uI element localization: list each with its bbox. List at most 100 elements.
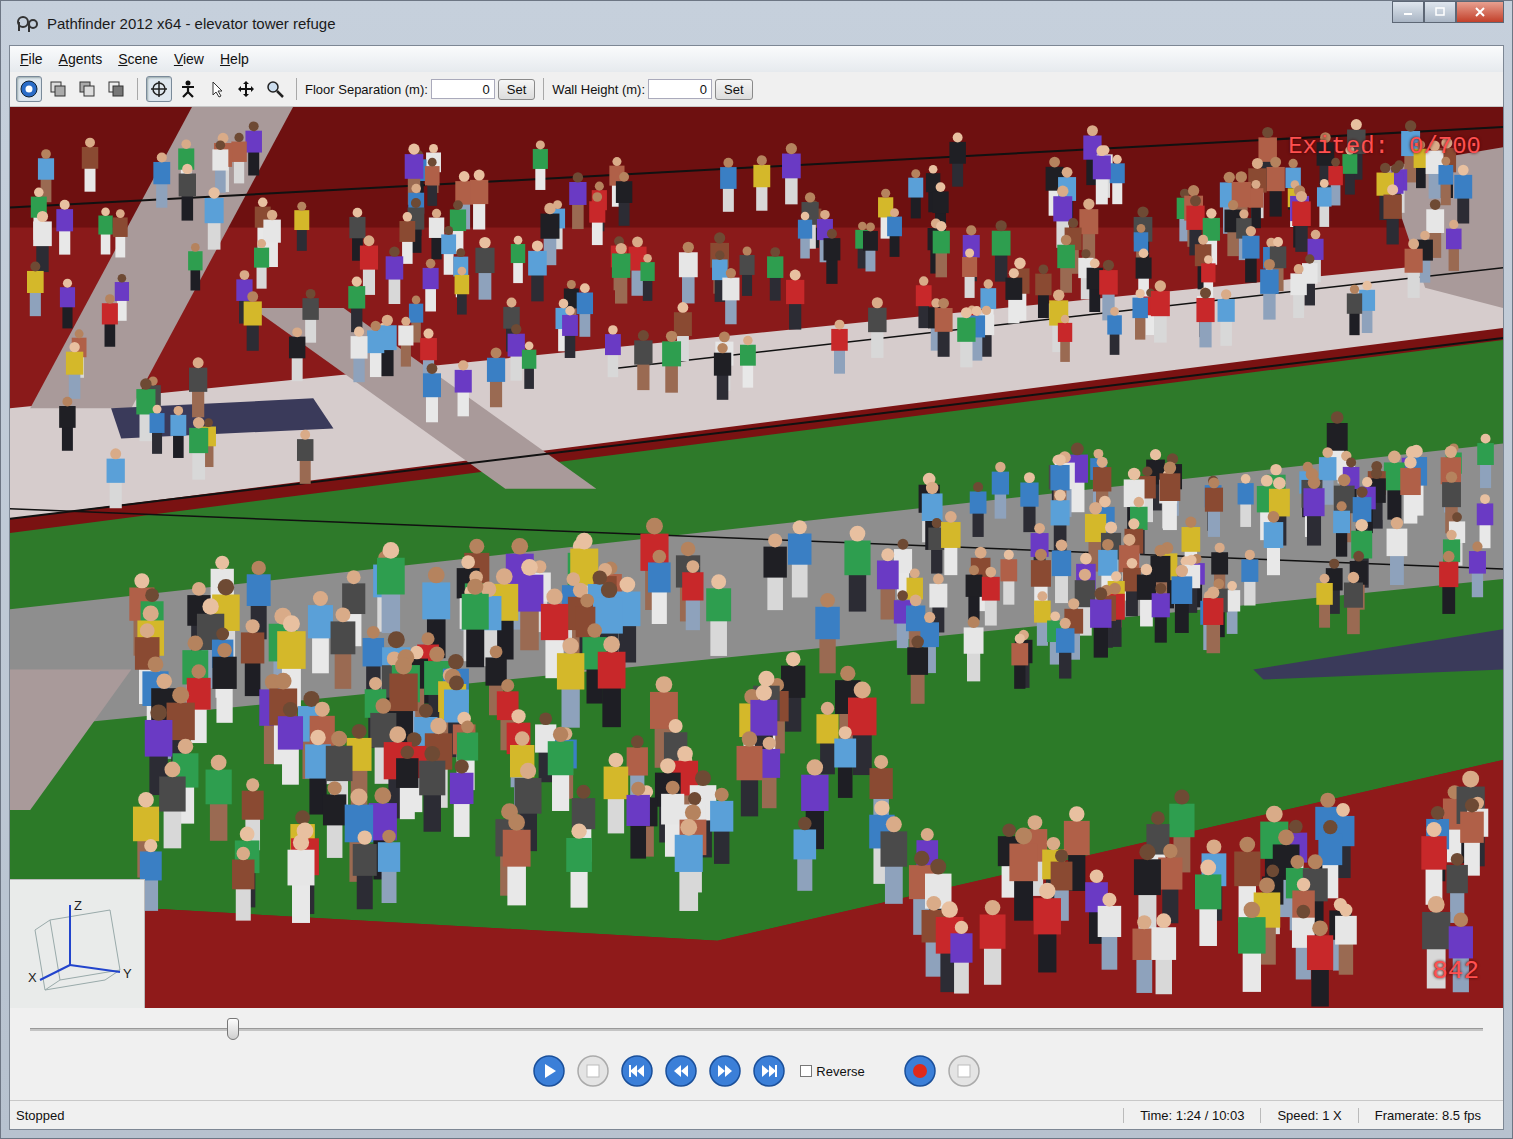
agent[interactable] — [398, 317, 413, 367]
agent[interactable] — [1093, 145, 1111, 204]
toolbar-button[interactable] — [204, 76, 230, 102]
agent[interactable] — [254, 239, 269, 289]
agent[interactable] — [170, 406, 186, 458]
agent[interactable] — [753, 155, 770, 210]
agent[interactable] — [1333, 501, 1350, 557]
agent[interactable] — [1317, 179, 1332, 227]
agent[interactable] — [1171, 565, 1192, 633]
agent[interactable] — [662, 331, 681, 393]
agent[interactable] — [1290, 264, 1306, 318]
agent[interactable] — [863, 223, 878, 272]
agent[interactable] — [212, 140, 228, 192]
agent[interactable] — [1241, 550, 1258, 606]
agent[interactable] — [1052, 539, 1071, 603]
agent[interactable] — [908, 169, 923, 218]
agent[interactable] — [1267, 157, 1285, 217]
agent[interactable] — [212, 643, 236, 723]
agent[interactable] — [1441, 446, 1461, 513]
agent[interactable] — [470, 170, 488, 230]
agent[interactable] — [206, 755, 232, 841]
agent[interactable] — [1132, 289, 1147, 340]
agent[interactable] — [992, 220, 1011, 282]
agent[interactable] — [824, 229, 841, 284]
agent[interactable] — [907, 636, 928, 704]
agent[interactable] — [232, 847, 254, 921]
timeline-slider[interactable] — [30, 1018, 1483, 1040]
agent[interactable] — [941, 511, 961, 575]
agent[interactable] — [1439, 551, 1458, 614]
agent[interactable] — [378, 830, 400, 903]
agent[interactable] — [562, 306, 578, 358]
step-forward-button[interactable] — [708, 1054, 742, 1088]
agent[interactable] — [278, 702, 303, 785]
agent[interactable] — [1421, 822, 1446, 905]
agent[interactable] — [377, 542, 405, 633]
wall-height-set-button[interactable]: Set — [715, 79, 753, 100]
agent[interactable] — [302, 289, 318, 343]
agent[interactable] — [710, 788, 733, 864]
agent[interactable] — [27, 262, 44, 317]
agent[interactable] — [1469, 542, 1486, 598]
agent[interactable] — [1057, 235, 1075, 293]
agent[interactable] — [740, 336, 756, 388]
agent[interactable] — [982, 567, 1000, 626]
agent[interactable] — [1035, 264, 1051, 318]
floor-separation-field[interactable]: 0 — [431, 79, 495, 99]
agent[interactable] — [962, 249, 977, 298]
agent[interactable] — [679, 242, 698, 304]
agent[interactable] — [1107, 307, 1122, 355]
agent[interactable] — [964, 616, 984, 681]
maximize-button[interactable] — [1424, 1, 1456, 23]
agent[interactable] — [1151, 913, 1176, 994]
agent[interactable] — [963, 225, 980, 281]
agent[interactable] — [396, 746, 418, 820]
agent[interactable] — [450, 759, 474, 837]
agent[interactable] — [1159, 462, 1180, 531]
agent[interactable] — [1151, 280, 1170, 342]
agent[interactable] — [288, 835, 315, 923]
agent[interactable] — [289, 327, 305, 381]
agent[interactable] — [794, 817, 817, 891]
agent[interactable] — [1005, 268, 1022, 323]
agent[interactable] — [179, 164, 196, 221]
floor-separation-set-button[interactable]: Set — [498, 79, 536, 100]
agent[interactable] — [970, 482, 987, 537]
agent[interactable] — [648, 550, 671, 624]
agent[interactable] — [626, 782, 649, 859]
agent[interactable] — [1195, 860, 1221, 946]
agent[interactable] — [569, 172, 586, 229]
agent[interactable] — [323, 781, 346, 858]
agent[interactable] — [188, 243, 202, 290]
agent[interactable] — [1387, 517, 1408, 585]
agent[interactable] — [455, 360, 472, 416]
agent[interactable] — [720, 158, 736, 212]
agent[interactable] — [153, 152, 170, 207]
agent[interactable] — [1218, 289, 1235, 345]
agent[interactable] — [706, 574, 731, 656]
agent[interactable] — [150, 405, 165, 454]
agent[interactable] — [1152, 583, 1170, 643]
agent[interactable] — [189, 357, 207, 417]
agent[interactable] — [102, 294, 118, 347]
agent[interactable] — [423, 259, 439, 312]
agent[interactable] — [308, 591, 333, 673]
reverse-checkbox[interactable]: Reverse — [800, 1064, 864, 1079]
agent[interactable] — [533, 140, 548, 190]
to-end-button[interactable] — [752, 1054, 786, 1088]
agent[interactable] — [675, 819, 703, 911]
agent[interactable] — [528, 240, 547, 301]
agent[interactable] — [244, 291, 262, 351]
agent[interactable] — [1196, 288, 1214, 348]
agent[interactable] — [1056, 618, 1075, 679]
agent[interactable] — [722, 268, 739, 324]
agent[interactable] — [1307, 920, 1333, 1006]
agent[interactable] — [935, 298, 953, 357]
agent[interactable] — [992, 462, 1009, 519]
agent[interactable] — [1009, 828, 1037, 921]
agent[interactable] — [1264, 511, 1284, 575]
agent[interactable] — [1053, 186, 1072, 248]
agent[interactable] — [363, 626, 384, 696]
agent[interactable] — [1098, 893, 1122, 970]
menu-item[interactable]: File — [14, 49, 49, 69]
menu-item[interactable]: Help — [214, 49, 255, 69]
